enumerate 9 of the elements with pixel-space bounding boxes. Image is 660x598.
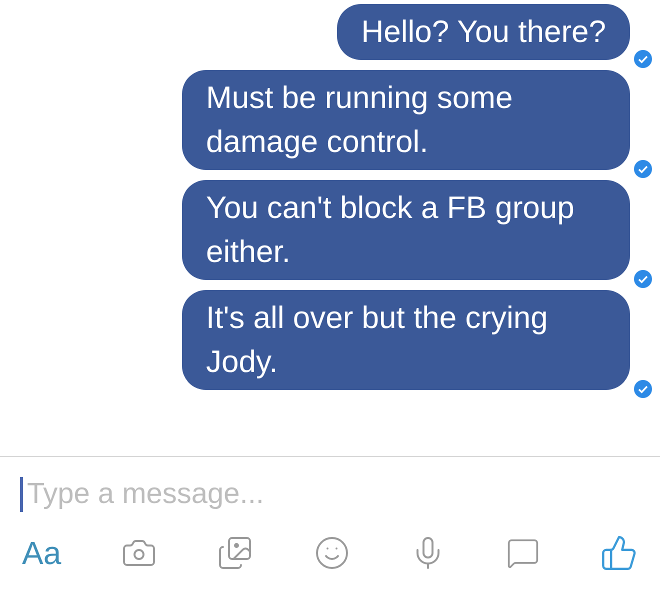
text-format-button[interactable]: Aa [22,534,62,572]
message-input[interactable]: Type a message... [20,477,429,512]
smiley-icon[interactable] [314,535,350,571]
thumbs-up-icon[interactable] [600,534,638,572]
message-bubble: Must be running some damage control. [182,70,630,170]
message-bubble: You can't block a FB group either. [182,180,630,280]
message-bubble: Hello? You there? [337,4,630,60]
message-bubble: It's all over but the crying Jody. [182,290,630,390]
photos-icon[interactable] [217,535,254,571]
